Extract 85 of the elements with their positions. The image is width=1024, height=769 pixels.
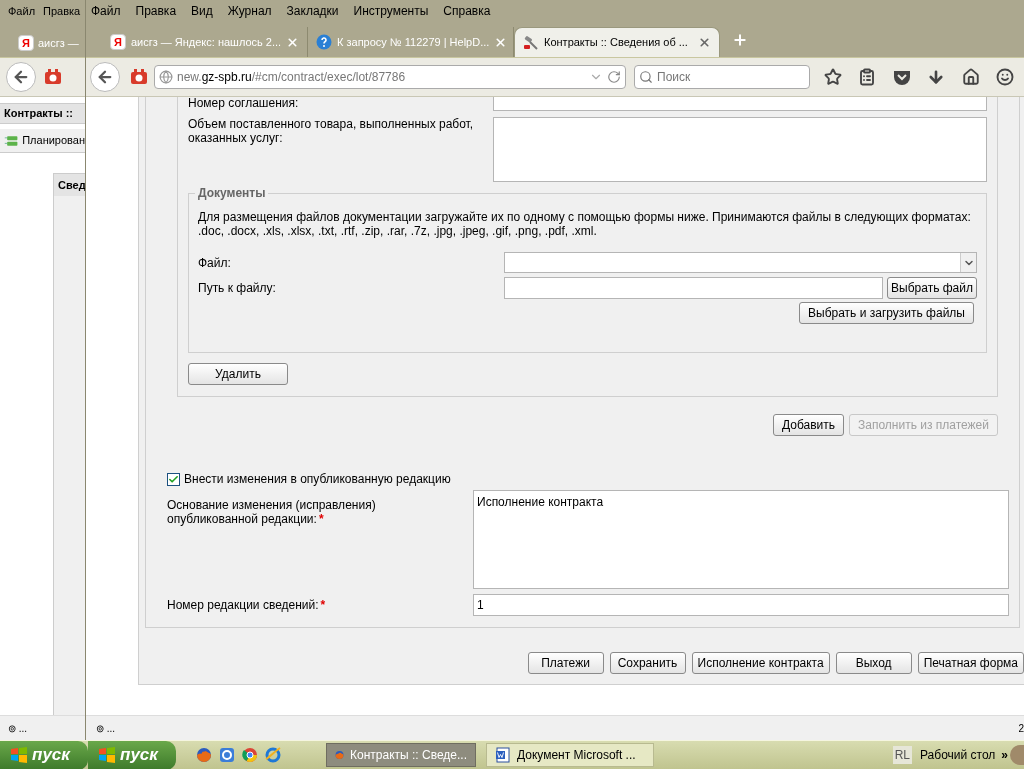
tab-title: Контракты :: Сведения об ...	[544, 35, 689, 51]
camera-icon[interactable]	[130, 69, 148, 85]
close-icon[interactable]	[698, 36, 711, 49]
tab-title: К запросу № 112279 | HelpD...	[337, 34, 490, 50]
camera-icon[interactable]	[44, 69, 62, 85]
document-icon	[495, 747, 511, 763]
menu-item[interactable]: Файл	[91, 2, 121, 20]
footer-button[interactable]: Выход	[835, 652, 912, 674]
required-mark: *	[318, 512, 324, 526]
agreement-number-field[interactable]	[493, 97, 987, 111]
menu-item[interactable]: Справка	[443, 2, 491, 20]
back-button[interactable]	[90, 62, 120, 92]
windows-logo-icon	[98, 747, 116, 763]
browser-icon[interactable]	[196, 747, 212, 763]
browser-icon[interactable]	[242, 747, 258, 763]
field-label: Номер редакции сведений: *	[167, 597, 327, 614]
footer-button[interactable]: Печатная форма	[917, 652, 1024, 674]
taskbar-button[interactable]: Документ Microsoft ...	[486, 743, 654, 767]
hammer-icon	[523, 34, 539, 51]
menu-item[interactable]: Файл	[8, 2, 36, 20]
field-label: Путь к файлу:	[198, 280, 277, 297]
menu-item[interactable]: Правка	[43, 2, 81, 20]
checkbox[interactable]	[167, 472, 180, 486]
globe-icon	[159, 70, 173, 84]
field-value: Исполнение контракта	[477, 495, 604, 509]
field-label: Основание изменения (исправления) опубликованной редакции: *	[167, 498, 377, 528]
delete-button[interactable]: Удалить	[188, 363, 288, 385]
back-button[interactable]	[6, 62, 36, 92]
bookmark-star-icon[interactable]	[824, 68, 842, 86]
upload-files-button[interactable]: Выбрать и загрузить файлы	[799, 302, 974, 324]
reading-list-icon[interactable]	[858, 68, 877, 86]
file-path-field[interactable]	[504, 277, 884, 299]
field-label: Файл:	[198, 254, 232, 272]
tab-title: аисгз — Яндекс: нашлось 2...	[131, 34, 282, 50]
required-mark: *	[320, 598, 326, 612]
menu-item[interactable]: Журнал	[227, 2, 272, 20]
menu-item[interactable]: Инструменты	[353, 2, 429, 20]
panel-title: Свед	[54, 174, 85, 196]
menu-item[interactable]: Правка	[135, 2, 177, 20]
field-label: Номер соглашения:	[188, 97, 300, 111]
browser-icon[interactable]	[265, 747, 281, 763]
search-box[interactable]: Поиск	[634, 65, 810, 89]
search-icon	[639, 70, 653, 84]
page-header: Контракты ::	[0, 103, 85, 124]
home-icon[interactable]	[961, 68, 980, 86]
status-text: ⊚ ...	[96, 721, 116, 736]
nav-item[interactable]: Планирован	[0, 129, 85, 153]
action-button[interactable]: Добавить	[772, 414, 844, 436]
new-tab-icon[interactable]	[732, 31, 748, 48]
start-button[interactable]: пуск	[88, 740, 176, 769]
status-text: 2	[1018, 721, 1024, 736]
revision-field[interactable]: 1	[473, 594, 1009, 616]
checkbox-label: Внести изменения в опубликованную редакцию	[184, 471, 451, 488]
documents-note: Для размещения файлов документации загружайте их по одному с помощью формы ниже. Принимаются файлы в следующих форматах: .doc, .docx, .xls, .xlsx, .txt, .rtf, .zip, .rar, .7z, .jpg, .jpeg, .gif, .png, .pdf, .xml.	[198, 210, 972, 238]
yandex-icon: Я	[18, 35, 34, 51]
start-button[interactable]: пуск	[0, 740, 88, 769]
language-indicator[interactable]: RL	[892, 746, 912, 764]
footer-button[interactable]: Исполнение контракта	[691, 652, 830, 674]
yandex-icon: Я	[110, 34, 126, 50]
fieldset-legend: Документы	[195, 186, 269, 200]
footer-button[interactable]: Сохранить	[609, 652, 686, 674]
browser-tab[interactable]: Я аисгз — Яндекс: нашлось 2...	[102, 27, 308, 57]
url-text: new.gz-spb.ru/#cm/contract/exec/lot/87786	[177, 69, 407, 86]
windows-logo-icon	[10, 747, 28, 763]
menu-item[interactable]: Вид	[191, 2, 213, 20]
reload-icon[interactable]	[607, 70, 621, 84]
toolbar-label: Рабочий стол	[920, 747, 996, 764]
check-icon	[168, 473, 179, 485]
footer-button[interactable]: Платежи	[527, 652, 604, 674]
tree-icon	[4, 133, 19, 148]
chat-icon[interactable]	[995, 68, 1014, 86]
search-field[interactable]: Поиск	[657, 68, 805, 86]
status-text: ⊚ ...	[8, 721, 28, 736]
chevron[interactable]: »	[1001, 746, 1008, 764]
field-label: Объем поставленного товара, выполненных работ, оказанных услуг:	[188, 117, 475, 147]
address-field[interactable]: new.gz-spb.ru/#cm/contract/exec/lot/87786	[154, 65, 626, 89]
pocket-icon[interactable]	[892, 69, 911, 85]
browser-tab[interactable]: Контракты :: Сведения об ...	[514, 27, 720, 57]
menu-item[interactable]: Закладки	[286, 2, 339, 20]
field-value: 1	[477, 597, 484, 614]
volume-field[interactable]	[493, 117, 987, 182]
app-icon[interactable]	[219, 747, 235, 763]
help-icon	[316, 34, 332, 50]
choose-file-button[interactable]: Выбрать файл	[887, 277, 977, 299]
reason-field[interactable]: Исполнение контракта	[473, 490, 1009, 589]
